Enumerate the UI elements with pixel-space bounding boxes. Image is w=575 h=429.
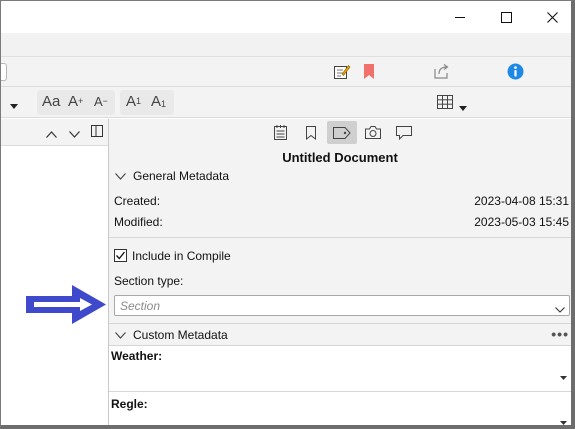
custom-metadata-header[interactable]: Custom Metadata [109, 324, 571, 346]
share-button[interactable] [433, 63, 450, 83]
subscript-base: A [151, 93, 162, 110]
chevron-up-icon [46, 131, 57, 138]
include-compile-checkbox[interactable] [114, 249, 127, 262]
modified-label: Modified: [114, 215, 163, 229]
created-label: Created: [114, 194, 161, 208]
minimize-button[interactable] [437, 1, 483, 33]
annotation-arrow-icon [26, 285, 106, 324]
table-icon [437, 95, 453, 109]
edit-note-icon [334, 65, 351, 79]
custom-metadata-area: Weather: Regle: [109, 345, 571, 425]
divider [109, 391, 571, 392]
section-type-placeholder: Section [120, 299, 161, 313]
comment-icon [396, 125, 412, 140]
tab-notes[interactable] [265, 121, 295, 144]
include-compile-label: Include in Compile [132, 249, 231, 263]
binder-layout-button[interactable] [91, 125, 103, 140]
split-view-icon [91, 125, 103, 137]
share-icon [434, 64, 449, 79]
custom-field-label: Regle: [111, 397, 148, 411]
main-toolbar [1, 57, 571, 87]
chevron-down-icon [69, 131, 80, 138]
section-type-label: Section type: [114, 274, 184, 288]
custom-metadata-label: Custom Metadata [133, 328, 228, 342]
style-dropdown-arrow[interactable] [10, 98, 18, 112]
camera-icon [365, 126, 381, 139]
inspector-tab-bar [109, 119, 571, 146]
decrease-font-button[interactable]: A− [94, 91, 108, 113]
modified-value: 2023-05-03 15:45 [474, 215, 569, 229]
tab-metadata[interactable] [327, 121, 357, 144]
edit-note-button[interactable] [333, 63, 351, 84]
caret-down-icon [560, 376, 567, 380]
caret-down-icon [560, 421, 567, 425]
increase-font-sign: + [78, 96, 84, 106]
chevron-down-icon [115, 172, 127, 180]
menu-band [1, 33, 571, 57]
minimize-icon [454, 16, 465, 18]
created-value: 2023-04-08 15:31 [474, 194, 569, 208]
increase-font-button[interactable]: A+ [68, 91, 83, 113]
binder-header [1, 119, 108, 146]
table-dropdown-arrow[interactable] [459, 100, 467, 114]
inspector-info-button[interactable] [507, 63, 524, 83]
field-dropdown[interactable] [560, 373, 567, 382]
maximize-button[interactable] [483, 1, 529, 33]
binder-up-button[interactable] [46, 127, 57, 141]
font-size-group: Aa A+ A− [37, 90, 115, 115]
subscript-button[interactable]: A1 [151, 91, 166, 113]
search-field-edge[interactable] [1, 63, 7, 81]
tag-icon [333, 126, 351, 139]
close-button[interactable] [529, 1, 575, 33]
font-case-button[interactable]: Aa [42, 91, 60, 113]
decrease-font-sign: − [102, 96, 108, 106]
bookmark-outline-icon [306, 125, 316, 140]
bookmark-button[interactable] [363, 63, 375, 83]
caret-down-icon [10, 104, 18, 109]
caret-down-icon [459, 106, 467, 111]
title-bar [1, 1, 571, 33]
notes-icon [273, 125, 287, 140]
bookmark-icon [364, 64, 374, 79]
custom-field-label: Weather: [111, 349, 163, 363]
general-metadata-header[interactable]: General Metadata [109, 165, 571, 187]
field-dropdown[interactable] [560, 418, 567, 427]
tab-bookmarks[interactable] [296, 121, 326, 144]
tab-snapshots[interactable] [358, 121, 388, 144]
checkmark-icon [116, 251, 126, 260]
decrease-font-base: A [94, 94, 103, 109]
general-metadata-label: General Metadata [133, 169, 230, 183]
maximize-icon [500, 11, 512, 23]
document-title: Untitled Document [282, 150, 398, 165]
inspector-panel: Untitled Document General Metadata Creat… [109, 146, 571, 425]
more-options-button[interactable]: ••• [551, 327, 569, 341]
divider [109, 237, 571, 238]
script-group: A1 A1 [120, 90, 174, 115]
format-toolbar: Aa A+ A− A1 A1 [1, 87, 571, 118]
chevron-down-icon [555, 302, 565, 316]
superscript-button[interactable]: A1 [126, 91, 141, 113]
info-icon [507, 63, 524, 80]
binder-down-button[interactable] [69, 127, 80, 141]
superscript-base: A [126, 93, 137, 110]
tab-comments[interactable] [389, 121, 419, 144]
superscript-mark: 1 [136, 96, 142, 106]
increase-font-base: A [68, 93, 79, 110]
close-icon [546, 11, 558, 23]
section-type-select[interactable]: Section [114, 295, 570, 316]
chevron-down-icon [115, 331, 127, 339]
table-button[interactable] [437, 95, 453, 112]
subscript-mark: 1 [161, 99, 167, 109]
